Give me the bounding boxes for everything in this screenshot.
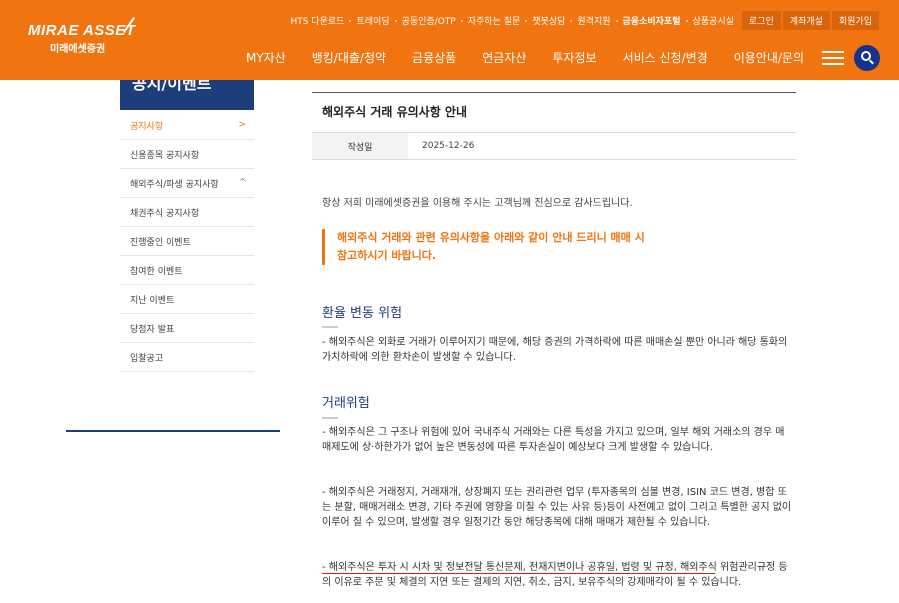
util-link-chatbot[interactable]: 챗봇상담 [532,14,565,27]
nav-service-request[interactable]: 서비스 신청/변경 [623,49,708,66]
util-link-certificate-otp[interactable]: 공동인증/OTP [402,14,456,27]
date-value: 2025-12-26 [422,141,475,151]
sidebar-title: 공지/이벤트 [120,80,254,110]
intro-text: 항상 저희 미래에셋증권을 이용해 주시는 고객님께 진심으로 감사드립니다. [322,198,633,209]
section-text-trading-risk-1: - 해외주식은 그 구조나 위험에 있어 국내주식 거래와는 다른 특성을 가지… [322,427,785,453]
sidebar-item-label: 공지사항 [130,121,164,132]
section-text-fx-risk: - 해외주식은 외화로 거래가 이루어지기 때문에, 해당 증권의 가격하락에 … [322,337,788,363]
open-account-button[interactable]: 계좌개설 [782,11,830,30]
util-link-faq[interactable]: 자주하는 질문 [468,14,521,27]
sidebar-divider [66,430,280,432]
site-header: MIRAE ASSET 미래에셋증권 HTS 다운로드 트레이딩 공동인증/OT… [0,0,899,80]
util-link-hts-download[interactable]: HTS 다운로드 [290,14,344,27]
logo-english: MIRAE ASSET [28,22,136,39]
mirae-asset-logo[interactable]: MIRAE ASSET 미래에셋증권 [28,17,136,55]
sidebar-item-label: 참여한 이벤트 [130,266,183,277]
util-link-remote-support[interactable]: 원격지원 [577,14,610,27]
section-rule [322,326,338,328]
nav-my-assets[interactable]: MY자산 [246,49,286,66]
main-nav: MY자산 뱅킹/대출/청약 금융상품 연금자산 투자정보 서비스 신청/변경 이… [220,49,804,66]
sidebar-item-joined-events[interactable]: 참여한 이벤트 [120,256,254,285]
sidebar-menu: 공지사항 > 신용종목 공지사항 해외주식/파생 공지사항 ^ 채권주식 공지사… [120,111,254,372]
util-link-trading[interactable]: 트레이딩 [356,14,389,27]
util-link-product-disclosure[interactable]: 상품공시실 [693,14,734,27]
login-button[interactable]: 로그인 [741,11,781,30]
sidebar-item-label: 지난 이벤트 [130,295,175,306]
util-divider [570,19,573,22]
section-text-trading-risk-2: - 해외주식은 거래정지, 거래재개, 상장폐지 또는 권리관련 업무 (투자종… [322,487,792,528]
sidebar-item-bid-notice[interactable]: 입찰공고 [120,343,254,372]
content-top-border [312,92,796,93]
nav-pension[interactable]: 연금자산 [482,49,526,66]
section-title-fx-risk: 환율 변동 위험 [322,306,403,321]
sidebar-item-bond-notice[interactable]: 채권주식 공지사항 [120,198,254,227]
sidebar-item-credit-notice[interactable]: 신용종목 공지사항 [120,140,254,169]
sidebar-item-overseas-notice[interactable]: 해외주식/파생 공지사항 ^ [120,169,254,198]
sidebar-item-label: 신용종목 공지사항 [130,150,200,161]
sidebar-item-winners[interactable]: 당첨자 발표 [120,314,254,343]
sidebar-item-notice[interactable]: 공지사항 > [120,111,254,140]
notice-line-1: 해외주식 거래와 관련 유의사항을 아래와 같이 안내 드리니 매매 시 [337,231,645,244]
utility-nav: HTS 다운로드 트레이딩 공동인증/OTP 자주하는 질문 챗봇상담 원격지원… [290,11,879,30]
util-divider [525,19,528,22]
sidebar-item-label: 입찰공고 [130,353,164,364]
sidebar-item-label: 해외주식/파생 공지사항 [130,179,219,190]
sidebar-item-label: 채권주식 공지사항 [130,208,200,219]
section-text-trading-risk-3: - 해외주식은 투자 시 시차 및 정보전달 통신문제, 천재지변이나 공휴일,… [322,562,788,588]
util-divider [615,19,618,22]
chevron-right-icon: > [238,120,246,130]
chevron-up-icon: ^ [239,177,246,186]
sidebar-item-label: 진행중인 이벤트 [130,237,191,248]
util-divider [349,19,352,22]
util-link-consumer-portal[interactable]: 금융소비자포털 [623,14,681,27]
logo-korean: 미래에셋증권 [50,44,106,55]
join-button[interactable]: 회원가입 [831,11,879,30]
sidebar-item-ongoing-events[interactable]: 진행중인 이벤트 [120,227,254,256]
annotation-underline [322,573,715,574]
nav-banking-loan[interactable]: 뱅킹/대출/청약 [312,49,386,66]
nav-investment-info[interactable]: 투자정보 [552,49,596,66]
nav-financial-products[interactable]: 금융상품 [412,49,456,66]
search-icon[interactable] [854,45,880,71]
notice-line-2: 참고하시기 바랍니다. [337,249,437,262]
post-meta-row: 작성일 2025-12-26 [312,132,796,160]
section-rule [322,417,338,419]
date-label: 작성일 [312,133,408,159]
nav-guide-inquiry[interactable]: 이용안내/문의 [734,49,804,66]
notice-highlight: 해외주식 거래와 관련 유의사항을 아래와 같이 안내 드리니 매매 시 참고하… [322,229,742,265]
sidebar-item-label: 당첨자 발표 [130,324,175,335]
post-title: 해외주식 거래 유의사항 안내 [322,105,468,119]
util-divider [394,19,397,22]
sidebar-item-past-events[interactable]: 지난 이벤트 [120,285,254,314]
section-title-trading-risk: 거래위험 [322,396,370,411]
hamburger-icon[interactable] [822,51,844,66]
util-divider [685,19,688,22]
util-divider [460,19,463,22]
